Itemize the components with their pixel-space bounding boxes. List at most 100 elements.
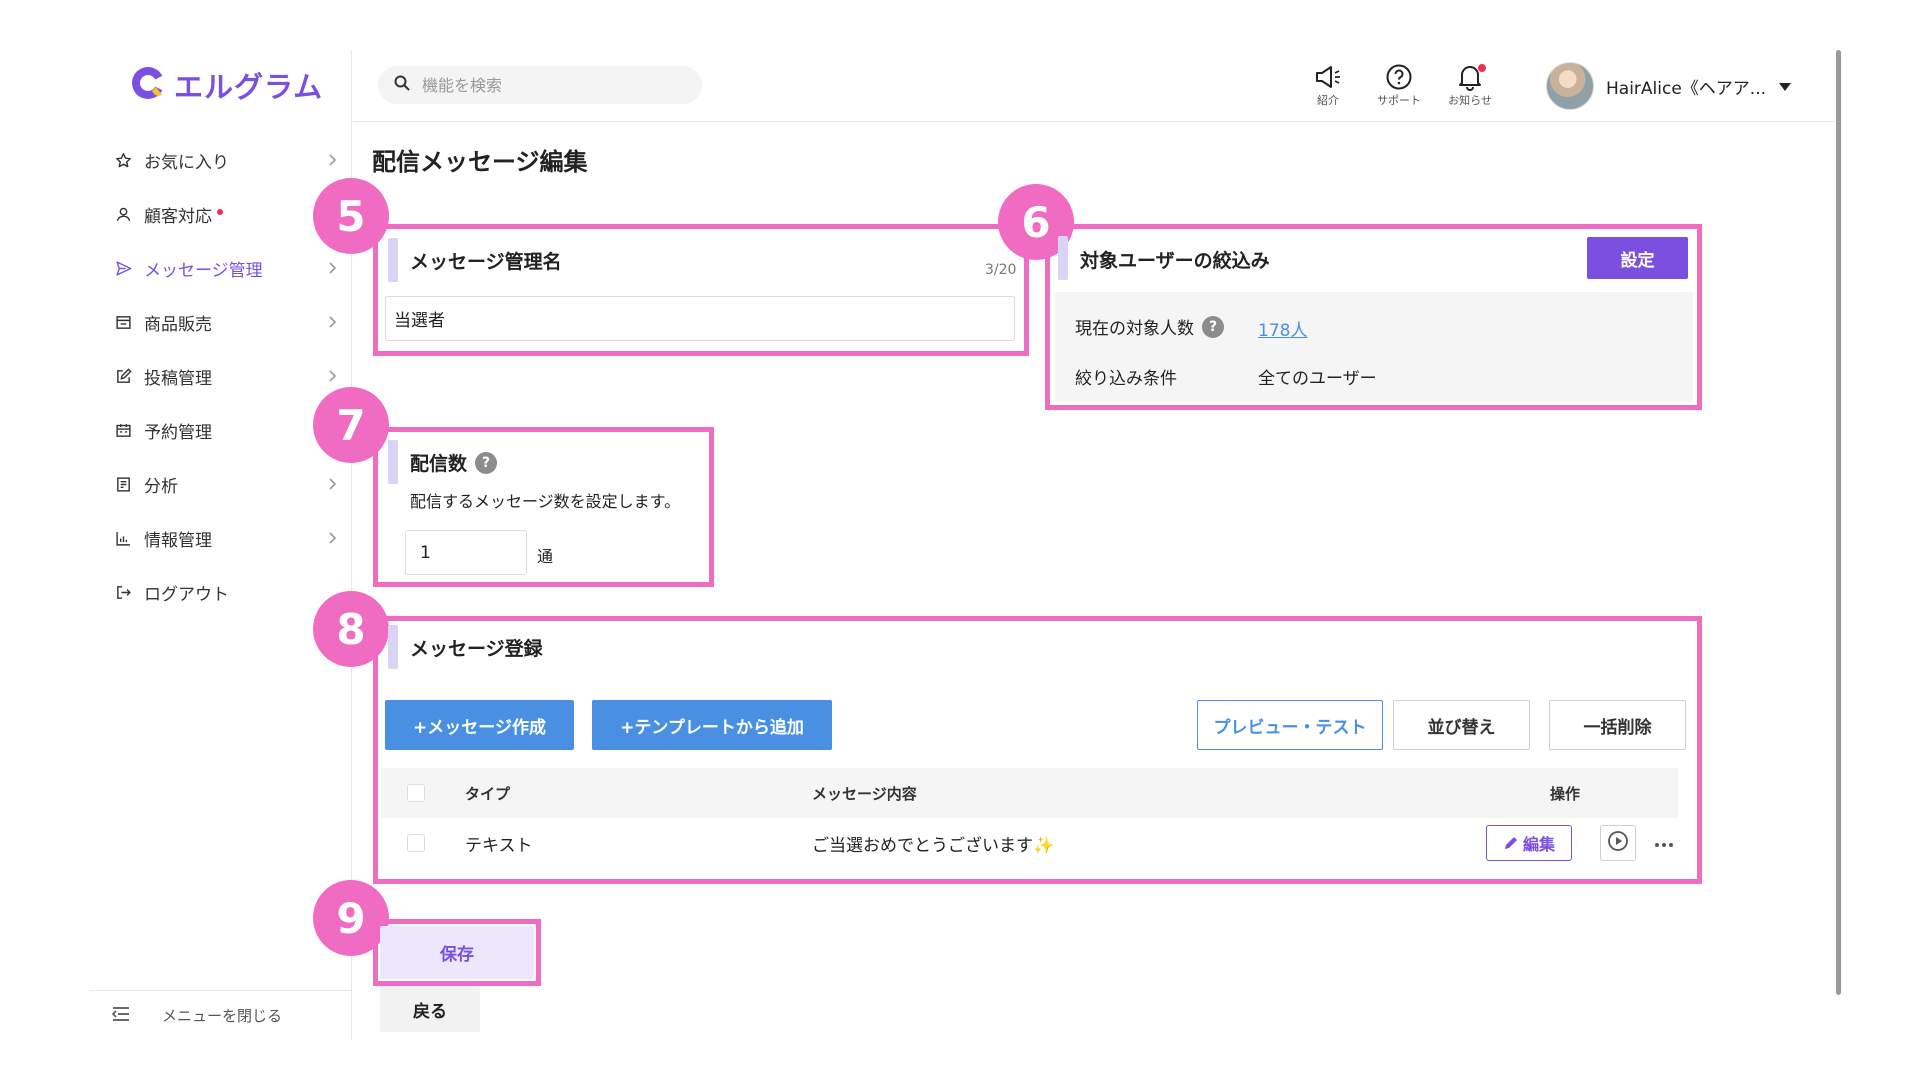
chevron-right-icon	[324, 530, 340, 551]
calendar-icon	[112, 422, 134, 439]
row-actions: 編集	[1486, 818, 1674, 868]
section-accent-bar	[388, 238, 398, 282]
caret-down-icon	[1778, 77, 1792, 96]
notification-dot	[1478, 64, 1486, 72]
annotation-badge-5: 5	[313, 178, 389, 254]
delivery-unit: 通	[537, 547, 554, 566]
target-count-link[interactable]: 178人	[1258, 316, 1307, 341]
play-preview-button[interactable]	[1600, 825, 1636, 861]
target-setting-button[interactable]: 設定	[1587, 237, 1688, 279]
sidebar-item-analysis[interactable]: 分析	[90, 457, 352, 511]
section-title-target: 対象ユーザーの絞込み	[1080, 250, 1270, 272]
bell-icon	[1440, 62, 1500, 92]
section-title-delivery: 配信数 ?	[410, 449, 498, 476]
logout-icon	[112, 584, 134, 601]
add-from-template-button[interactable]: +テンプレートから追加	[592, 700, 832, 750]
sidebar-item-favorites[interactable]: お気に入り	[90, 133, 352, 187]
sidebar-item-label: 分析	[144, 476, 178, 497]
logo-icon	[130, 65, 166, 105]
more-menu-button[interactable]	[1654, 833, 1674, 853]
sidebar-item-label: 予約管理	[144, 422, 212, 443]
help-icon[interactable]: ?	[475, 451, 498, 474]
close-menu-button[interactable]: メニューを閉じる	[90, 990, 352, 1040]
store-icon	[112, 314, 134, 331]
section-accent-bar	[1058, 236, 1068, 280]
help-icon[interactable]: ?	[1202, 315, 1224, 338]
scrollbar[interactable]	[1836, 50, 1841, 995]
sidebar-item-posts[interactable]: 投稿管理	[90, 349, 352, 403]
section-accent-bar	[388, 625, 398, 669]
edit-icon	[112, 367, 134, 385]
sort-button[interactable]: 並び替え	[1393, 700, 1530, 750]
col-action: 操作	[1550, 784, 1581, 803]
preview-test-button[interactable]: プレビュー・テスト	[1197, 700, 1383, 750]
user-icon	[112, 206, 134, 223]
sidebar-item-sales[interactable]: 商品販売	[90, 295, 352, 349]
user-name: HairAlice《ヘアア...	[1606, 78, 1767, 99]
row-type: テキスト	[465, 835, 533, 856]
sidebar-item-label: 投稿管理	[144, 368, 212, 389]
target-count-row: 現在の対象人数 ?	[1075, 314, 1224, 339]
bulk-delete-button[interactable]: 一括削除	[1549, 700, 1686, 750]
section-accent-bar	[388, 440, 398, 484]
sidebar-item-logout[interactable]: ログアウト	[90, 565, 352, 619]
chevron-right-icon	[324, 368, 340, 389]
back-button[interactable]: 戻る	[380, 986, 480, 1032]
annotation-badge-9: 9	[313, 880, 389, 956]
sidebar-item-label: お気に入り	[144, 152, 229, 173]
save-button[interactable]: 保存	[380, 926, 534, 979]
logo-text: エルグラム	[174, 70, 324, 104]
notice-label: お知らせ	[1448, 94, 1492, 107]
sidebar: エルグラム お気に入り 顧客対応 メッセージ管理 商品販売 投稿管理 予約管理 …	[90, 50, 352, 1040]
row-checkbox[interactable]	[407, 834, 425, 852]
play-icon	[1607, 830, 1629, 857]
intro-button[interactable]: 紹介	[1298, 62, 1358, 108]
chevron-right-icon	[324, 314, 340, 335]
char-counter: 3/20	[985, 262, 1017, 278]
table-row: テキスト ご当選おめでとうございます✨ 編集	[380, 818, 1678, 868]
section-title-message-name: メッセージ管理名	[410, 251, 562, 273]
megaphone-icon	[1298, 62, 1358, 92]
search-box[interactable]	[378, 66, 702, 104]
sidebar-item-label: 商品販売	[144, 314, 212, 335]
row-content: ご当選おめでとうございます✨	[812, 835, 1055, 856]
annotation-badge-8: 8	[313, 591, 389, 667]
col-content: メッセージ内容	[812, 784, 917, 803]
select-all-checkbox[interactable]	[407, 784, 425, 802]
support-label: サポート	[1377, 94, 1421, 107]
sidebar-item-label: ログアウト	[144, 584, 229, 605]
search-icon	[394, 75, 410, 95]
support-button[interactable]: サポート	[1369, 62, 1429, 108]
annotation-badge-7: 7	[313, 387, 389, 463]
create-message-button[interactable]: +メッセージ作成	[385, 700, 574, 750]
chart-icon	[112, 530, 134, 547]
pencil-icon	[1503, 835, 1519, 851]
message-table-header: タイプ メッセージ内容 操作	[380, 768, 1678, 818]
edit-label: 編集	[1522, 835, 1555, 854]
send-icon	[112, 260, 134, 277]
message-name-input[interactable]: 当選者	[385, 296, 1015, 341]
question-circle-icon	[1369, 62, 1429, 92]
delivery-count-input[interactable]: 1	[405, 530, 527, 575]
app-root: エルグラム お気に入り 顧客対応 メッセージ管理 商品販売 投稿管理 予約管理 …	[0, 0, 1920, 1080]
delivery-description: 配信するメッセージ数を設定します。	[410, 492, 681, 511]
sidebar-item-label: 顧客対応	[144, 206, 212, 227]
target-info-panel: 現在の対象人数 ? 178人 絞り込み条件 全てのユーザー	[1055, 292, 1693, 402]
more-dots-icon	[1654, 833, 1674, 853]
menu-collapse-icon	[111, 1006, 130, 1026]
sidebar-item-info[interactable]: 情報管理	[90, 511, 352, 565]
notification-dot	[217, 209, 223, 215]
edit-button[interactable]: 編集	[1486, 825, 1572, 861]
report-icon	[112, 476, 134, 493]
col-type: タイプ	[465, 784, 511, 803]
user-menu[interactable]: HairAlice《ヘアア...	[1546, 62, 1792, 110]
notice-button[interactable]: お知らせ	[1440, 62, 1500, 108]
search-input[interactable]	[422, 75, 682, 95]
top-header: 紹介 サポート お知らせ HairAlice《ヘアア...	[353, 50, 1835, 122]
logo[interactable]: エルグラム	[130, 64, 323, 106]
star-icon	[112, 152, 134, 169]
chevron-right-icon	[324, 476, 340, 497]
chevron-right-icon	[324, 260, 340, 281]
sidebar-item-message[interactable]: メッセージ管理	[90, 241, 352, 295]
target-count-label: 現在の対象人数	[1075, 319, 1194, 339]
